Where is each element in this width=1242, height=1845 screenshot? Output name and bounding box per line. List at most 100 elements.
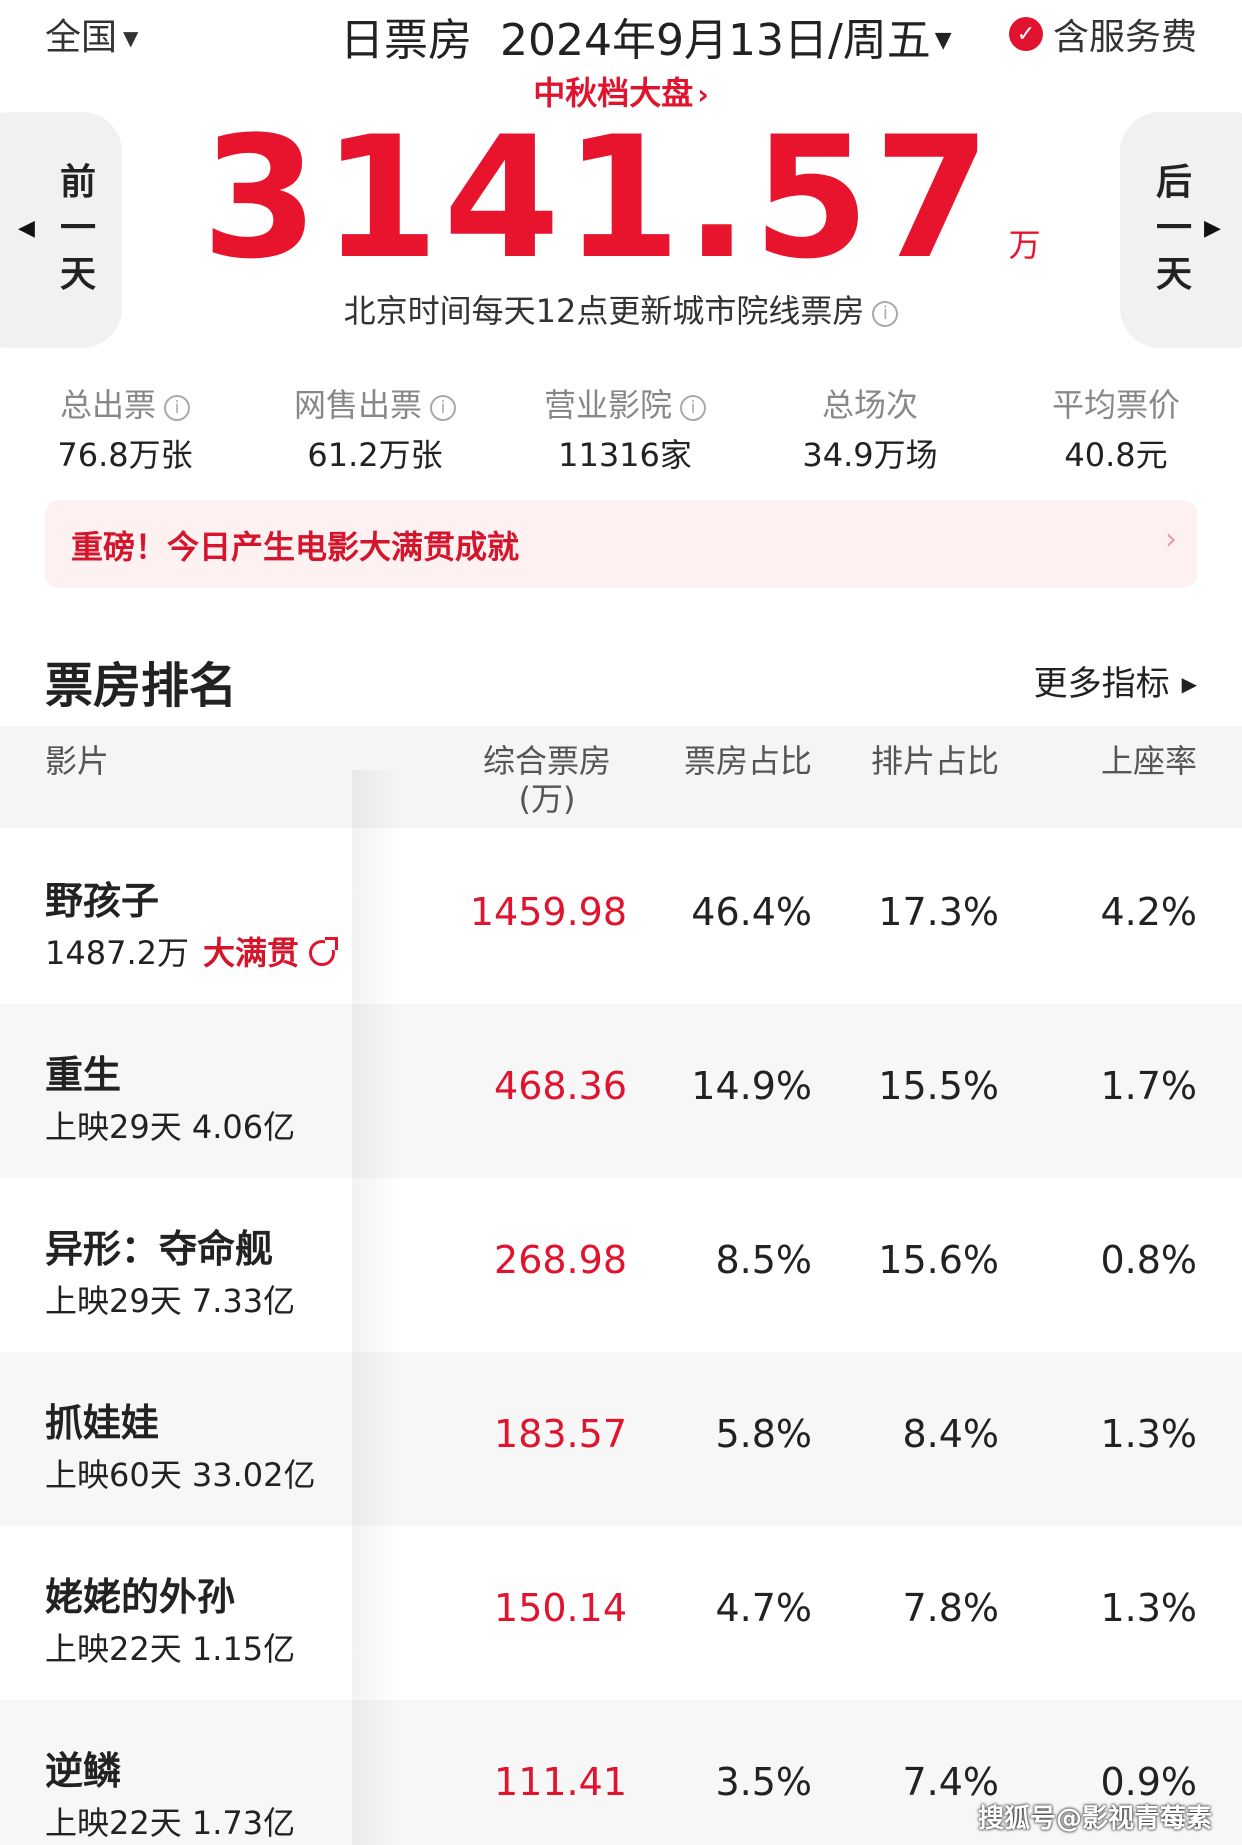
column-film[interactable]: 影片 xyxy=(45,742,109,780)
film-name: 姥姥的外孙 xyxy=(45,1575,236,1619)
table-header: 影片 综合票房 (万) 票房占比 排片占比 上座率 xyxy=(0,726,1242,828)
date-label: 2024年9月13日/周五 xyxy=(499,15,931,66)
info-icon[interactable]: i xyxy=(680,395,706,421)
schedule-share-value: 7.8% xyxy=(902,1586,999,1630)
region-selector[interactable]: 全国 ▼ xyxy=(45,8,138,60)
stat-label: 总出票 xyxy=(59,386,156,424)
check-circle-icon: ✓ xyxy=(1008,17,1043,51)
table-row[interactable]: 异形：夺命舰 上映29天 7.33亿 268.98 8.5% 15.6% 0.8… xyxy=(0,1178,1242,1352)
schedule-share-value: 15.6% xyxy=(878,1238,999,1282)
share-link-icon[interactable] xyxy=(309,937,338,966)
triangle-right-icon: ▶ xyxy=(1181,672,1197,696)
banner-text: 重磅！今日产生电影大满贯成就 xyxy=(71,528,520,566)
box-share-value: 8.5% xyxy=(715,1238,812,1282)
seat-rate-value: 4.2% xyxy=(1100,890,1197,934)
stat-online-tickets: 网售出票 i 61.2万张 xyxy=(285,380,465,476)
watermark: 搜狐号@影视青莓素 xyxy=(977,1804,1212,1834)
table-row[interactable]: 野孩子 1487.2万 大满贯 1459.98 46.4% 17.3% 4.2% xyxy=(0,830,1242,1004)
column-box-office[interactable]: 综合票房 (万) xyxy=(467,742,627,818)
region-label: 全国 xyxy=(45,17,118,58)
stat-label: 营业影院 xyxy=(543,386,672,424)
column-box-share[interactable]: 票房占比 xyxy=(684,742,812,780)
table-row[interactable]: 重生 上映29天 4.06亿 468.36 14.9% 15.5% 1.7% xyxy=(0,1004,1242,1178)
stat-avg-price: 平均票价 40.8元 xyxy=(1035,380,1197,476)
box-share-value: 14.9% xyxy=(691,1064,812,1108)
film-release-info: 上映29天 7.33亿 xyxy=(45,1282,296,1320)
stat-label: 平均票价 xyxy=(1051,386,1180,424)
stat-value: 61.2万张 xyxy=(307,436,443,474)
ranking-title: 票房排名 xyxy=(45,658,238,714)
more-metrics-button[interactable]: 更多指标 ▶ xyxy=(1034,656,1197,705)
film-release-info: 上映60天 33.02亿 xyxy=(45,1456,316,1494)
grand-slam-tag[interactable]: 大满贯 xyxy=(203,934,299,972)
film-name: 重生 xyxy=(45,1053,122,1097)
film-release-info: 上映22天 1.15亿 xyxy=(45,1630,296,1668)
total-box-value: 3141.57 xyxy=(201,100,995,296)
seat-rate-value: 0.8% xyxy=(1100,1238,1197,1282)
column-box-office-label: 综合票房 xyxy=(482,742,611,780)
update-note: 北京时间每天12点更新城市院线票房 i xyxy=(0,286,1242,332)
triangle-right-icon: ▶ xyxy=(1204,216,1221,241)
film-name: 异形：夺命舰 xyxy=(45,1227,274,1271)
caret-down-icon: ▼ xyxy=(123,26,139,50)
table-row[interactable]: 抓娃娃 上映60天 33.02亿 183.57 5.8% 8.4% 1.3% xyxy=(0,1352,1242,1526)
box-office-value: 268.98 xyxy=(494,1238,627,1282)
next-day-char: 天 xyxy=(1155,254,1192,295)
film-name: 野孩子 xyxy=(45,879,160,923)
service-fee-label: 含服务费 xyxy=(1052,17,1197,58)
box-office-value: 111.41 xyxy=(494,1760,627,1804)
film-name: 逆鳞 xyxy=(45,1749,122,1793)
service-fee-toggle[interactable]: ✓ 含服务费 xyxy=(1008,8,1197,60)
next-day-char: 后 xyxy=(1155,162,1192,203)
prev-day-button[interactable]: ◀ 前 一 天 xyxy=(0,112,122,348)
date-selector[interactable]: 日票房 2024年9月13日/周五 ▼ xyxy=(340,4,952,68)
box-office-value: 150.14 xyxy=(494,1586,627,1630)
column-box-office-unit: (万) xyxy=(518,780,576,818)
info-icon[interactable]: i xyxy=(430,395,456,421)
stat-cinemas: 营业影院 i 11316家 xyxy=(535,380,715,476)
column-seat-rate[interactable]: 上座率 xyxy=(1101,742,1197,780)
box-share-value: 5.8% xyxy=(715,1412,812,1456)
stat-value: 40.8元 xyxy=(1064,436,1168,474)
seat-rate-value: 1.7% xyxy=(1100,1064,1197,1108)
box-office-value: 1459.98 xyxy=(469,890,627,934)
achievement-banner[interactable]: 重磅！今日产生电影大满贯成就 › xyxy=(45,500,1197,588)
prev-day-char: 前 xyxy=(59,162,96,203)
schedule-share-value: 8.4% xyxy=(902,1412,999,1456)
next-day-button[interactable]: 后 一 天 ▶ xyxy=(1120,112,1242,348)
seat-rate-value: 1.3% xyxy=(1100,1586,1197,1630)
film-name: 抓娃娃 xyxy=(45,1401,160,1445)
prev-day-char: 天 xyxy=(59,254,96,295)
stat-screenings: 总场次 34.9万场 xyxy=(790,380,950,476)
info-icon[interactable]: i xyxy=(872,300,899,327)
box-office-value: 183.57 xyxy=(494,1412,627,1456)
update-note-text: 北京时间每天12点更新城市院线票房 xyxy=(343,292,865,330)
stat-label: 网售出票 xyxy=(293,386,422,424)
stat-label: 总场次 xyxy=(821,386,918,424)
triangle-left-icon: ◀ xyxy=(18,216,35,241)
sticky-column-shadow xyxy=(352,770,402,1845)
film-release-info: 上映29天 4.06亿 xyxy=(45,1108,296,1146)
column-schedule-share[interactable]: 排片占比 xyxy=(871,742,999,780)
table-row[interactable]: 姥姥的外孙 上映22天 1.15亿 150.14 4.7% 7.8% 1.3% xyxy=(0,1526,1242,1700)
film-release-info: 上映22天 1.73亿 xyxy=(45,1804,296,1842)
box-share-value: 3.5% xyxy=(715,1760,812,1804)
schedule-share-value: 17.3% xyxy=(878,890,999,934)
stat-value: 11316家 xyxy=(558,436,692,474)
stat-value: 34.9万场 xyxy=(802,436,938,474)
total-box-unit: 万 xyxy=(1008,226,1041,264)
box-office-value: 468.36 xyxy=(494,1064,627,1108)
film-total: 1487.2万 xyxy=(45,934,189,972)
stat-total-tickets: 总出票 i 76.8万张 xyxy=(45,380,205,476)
box-share-value: 46.4% xyxy=(691,890,812,934)
info-icon[interactable]: i xyxy=(164,395,190,421)
more-metrics-label: 更多指标 xyxy=(1033,664,1170,704)
seat-rate-value: 1.3% xyxy=(1100,1412,1197,1456)
caret-down-icon: ▼ xyxy=(934,28,952,53)
next-day-char: 一 xyxy=(1155,208,1192,249)
chevron-right-icon: › xyxy=(1165,522,1177,557)
prev-day-char: 一 xyxy=(59,208,96,249)
schedule-share-value: 15.5% xyxy=(878,1064,999,1108)
stat-value: 76.8万张 xyxy=(57,436,193,474)
box-share-value: 4.7% xyxy=(715,1586,812,1630)
